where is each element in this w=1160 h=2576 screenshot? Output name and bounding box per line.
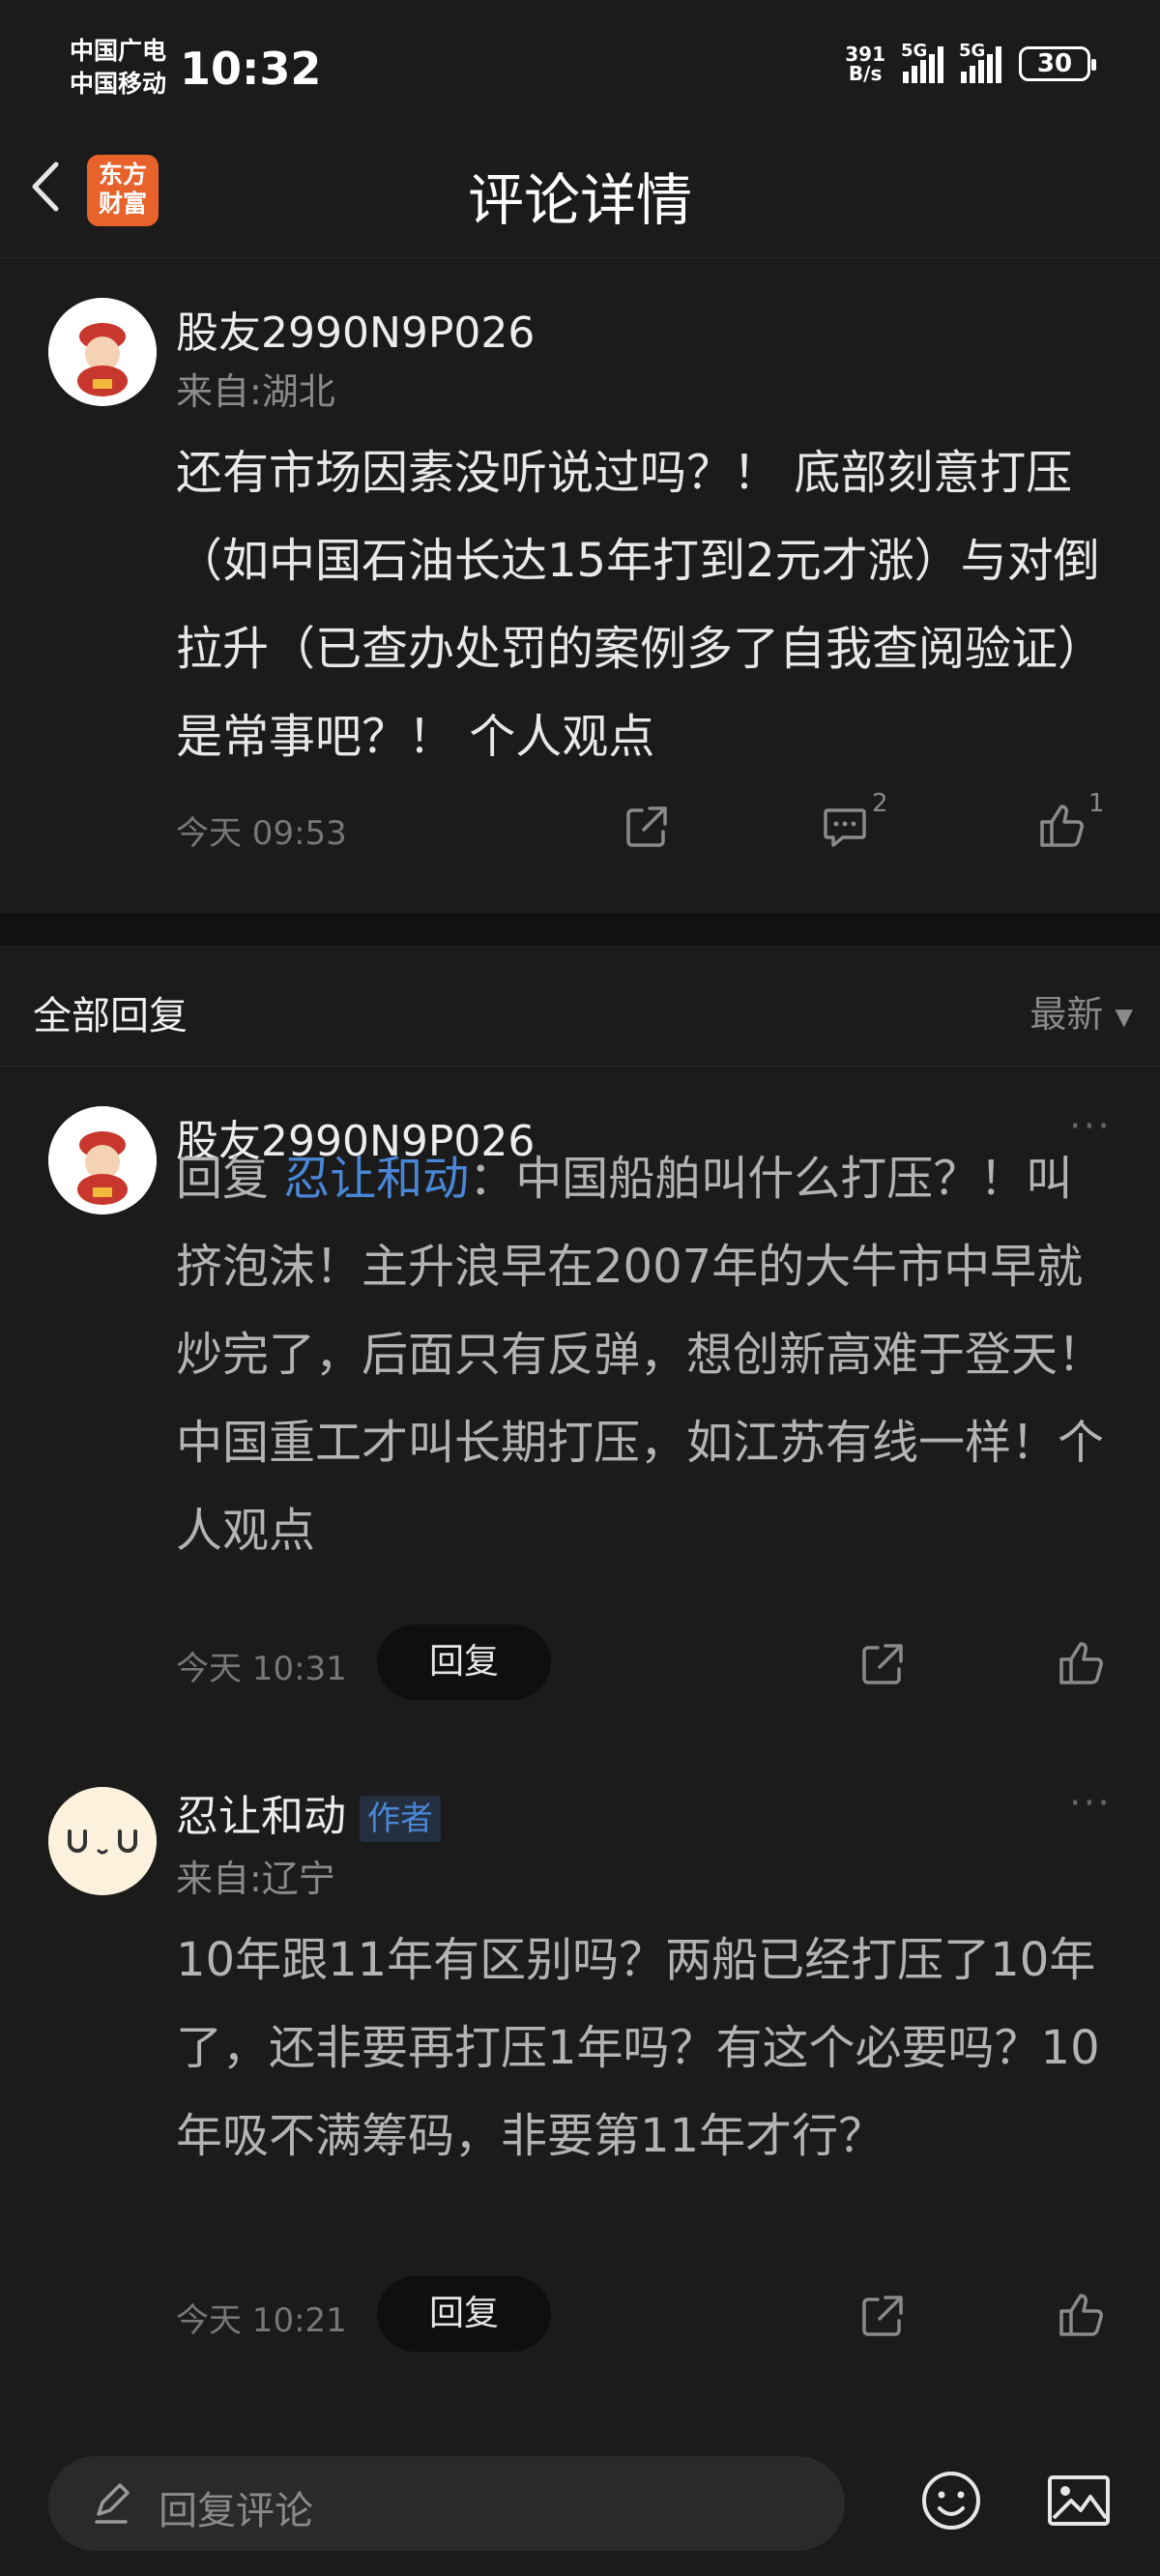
section-separator (0, 913, 1160, 946)
replies-header: 全部回复 最新 ▼ (0, 946, 1160, 1067)
avatar[interactable] (48, 1106, 157, 1215)
net-speed-unit: B/s (848, 62, 883, 85)
carrier-1: 中国广电 (70, 37, 167, 65)
reply-prefix: 回复 (176, 1152, 284, 1206)
sort-label: 最新 (1030, 993, 1104, 1036)
location-label: 来自:辽宁 (176, 1858, 335, 1900)
sort-dropdown[interactable]: 最新 ▼ (1030, 984, 1133, 1038)
reply-text: 10年跟11年有区别吗？两船已经打压了10年了，还非要再打压1年吗？有这个必要吗… (176, 1933, 1100, 2163)
net-speed-value: 391 (845, 43, 885, 66)
like-icon[interactable] (1054, 2288, 1108, 2342)
username-row: 忍让和动 作者 (176, 1781, 441, 1843)
comment-icon[interactable] (818, 799, 872, 853)
like-icon[interactable] (1034, 799, 1088, 853)
reply-item: 忍让和动 作者 ··· 来自:辽宁 10年跟11年有区别吗？两船已经打压了10年了… (0, 1733, 1160, 2410)
sim1-label: 5G (901, 41, 928, 61)
share-icon[interactable] (856, 2288, 911, 2342)
share-icon[interactable] (621, 799, 675, 853)
page-title: 评论详情 (467, 167, 692, 233)
like-count: 1 (1088, 789, 1105, 818)
emoji-icon[interactable] (916, 2466, 986, 2535)
status-time: 10:32 (180, 43, 322, 95)
reply-time: 今天 10:31 (176, 1650, 347, 1688)
username[interactable]: 股友2990N9P026 (176, 298, 535, 360)
reply-button[interactable]: 回复 (377, 2276, 551, 2352)
author-badge: 作者 (360, 1796, 441, 1842)
nav-bar: 东方 财富 评论详情 (0, 135, 1160, 258)
caret-down-icon: ▼ (1115, 1003, 1133, 1031)
more-icon[interactable]: ··· (1069, 1781, 1112, 1826)
battery-level: 30 (1036, 49, 1073, 78)
share-icon[interactable] (856, 1636, 911, 1690)
reply-text: 回复 忍让和动：中国船舶叫什么打压？！叫挤泡沫！主升浪早在2007年的大牛市中早… (176, 1135, 1114, 1575)
main-comment: 股友2990N9P026 来自:湖北 还有市场因素没听说过吗？！ 底部刻意打压（… (0, 257, 1160, 913)
carrier-labels: 中国广电 中国移动 (70, 35, 166, 101)
status-bar: 中国广电 中国移动 10:32 391 B/s 5G 5G 30 (0, 0, 1160, 135)
avatar[interactable] (48, 1787, 157, 1895)
bottom-bar: 回复评论 (0, 2427, 1160, 2576)
battery-icon: 30 (1019, 46, 1096, 81)
signal-icon-sim2: 5G (959, 41, 1001, 83)
reply-input[interactable]: 回复评论 (48, 2456, 845, 2551)
comment-time: 今天 09:53 (176, 814, 347, 853)
sim2-label: 5G (959, 41, 986, 61)
like-icon[interactable] (1054, 1636, 1108, 1690)
reply-input-placeholder: 回复评论 (159, 2489, 313, 2533)
reply-content: ：中国船舶叫什么打压？！叫挤泡沫！主升浪早在2007年的大牛市中早就炒完了，后面… (176, 1152, 1105, 1558)
carrier-2: 中国移动 (70, 70, 167, 98)
reply-time: 今天 10:21 (176, 2301, 347, 2340)
reply-item: 股友2990N9P026 ··· 回复 忍让和动：中国船舶叫什么打压？！叫挤泡沫… (0, 1066, 1160, 1733)
image-icon[interactable] (1044, 2466, 1114, 2535)
location-label: 来自:湖北 (176, 370, 335, 413)
status-indicators: 391 B/s 5G 5G 30 (845, 41, 1096, 83)
replies-title: 全部回复 (33, 994, 188, 1039)
comment-count: 2 (872, 789, 888, 818)
mention-link[interactable]: 忍让和动 (283, 1152, 469, 1206)
avatar[interactable] (48, 298, 157, 406)
net-speed: 391 B/s (845, 44, 885, 83)
reply-button[interactable]: 回复 (377, 1625, 551, 1700)
signal-icon-sim1: 5G (901, 41, 943, 83)
comment-text: 还有市场因素没听说过吗？！ 底部刻意打压（如中国石油长达15年打到2元才涨）与对… (176, 446, 1105, 764)
pen-icon (89, 2481, 133, 2526)
username[interactable]: 忍让和动 (176, 1792, 346, 1841)
